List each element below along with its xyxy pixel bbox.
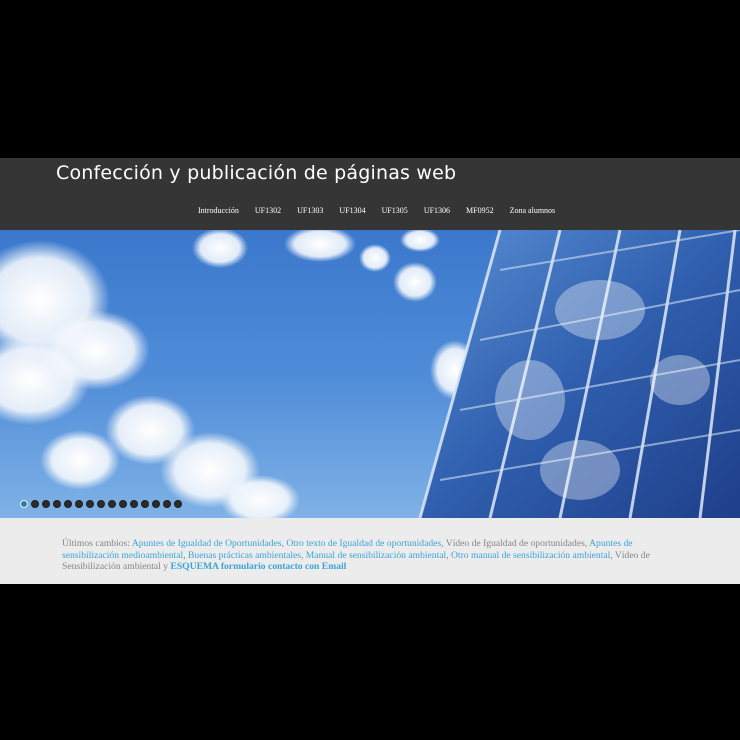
slider-dot[interactable] — [20, 500, 28, 508]
link-apuntes-igualdad[interactable]: Apuntes de Igualdad de Oportunidades — [132, 538, 282, 549]
nav-item-uf1302[interactable]: UF1302 — [247, 206, 289, 215]
recent-changes-prefix: Últimos cambios: — [62, 538, 132, 549]
link-esquema-formulario[interactable]: ESQUEMA formulario contacto con Email — [170, 561, 346, 572]
slider-dot[interactable] — [75, 500, 83, 508]
nav-item-zona-alumnos[interactable]: Zona alumnos — [502, 206, 564, 215]
slider-dot[interactable] — [108, 500, 116, 508]
slider-dot[interactable] — [163, 500, 171, 508]
slider-dot[interactable] — [141, 500, 149, 508]
nav-item-mf0952[interactable]: MF0952 — [458, 206, 502, 215]
text-video-igualdad: , Vídeo de Igualdad de oportunidades, — [441, 538, 590, 549]
slider-dot[interactable] — [130, 500, 138, 508]
slider-dot[interactable] — [97, 500, 105, 508]
site-title: Confección y publicación de páginas web — [56, 162, 457, 184]
site-container: Confección y publicación de páginas web … — [0, 158, 740, 584]
link-otro-manual[interactable]: Otro manual de sensibilización ambiental — [451, 550, 610, 561]
slider-dot[interactable] — [53, 500, 61, 508]
nav-item-uf1304[interactable]: UF1304 — [331, 206, 373, 215]
site-header: Confección y publicación de páginas web … — [0, 158, 740, 230]
slider-dot[interactable] — [42, 500, 50, 508]
link-buenas-practicas[interactable]: Buenas prácticas ambientales — [188, 550, 301, 561]
hero-slider[interactable] — [0, 230, 740, 518]
main-nav: Introducción UF1302 UF1303 UF1304 UF1305… — [190, 206, 563, 215]
nav-item-uf1303[interactable]: UF1303 — [289, 206, 331, 215]
slider-dot[interactable] — [31, 500, 39, 508]
nav-item-introduccion[interactable]: Introducción — [190, 206, 247, 215]
recent-changes: Últimos cambios: Apuntes de Igualdad de … — [62, 538, 682, 573]
slider-dot[interactable] — [119, 500, 127, 508]
link-otro-texto-igualdad[interactable]: Otro texto de Igualdad de oportunidades — [286, 538, 441, 549]
slider-dots — [20, 500, 182, 508]
slider-dot[interactable] — [86, 500, 94, 508]
slider-dot[interactable] — [174, 500, 182, 508]
slider-image — [0, 230, 740, 518]
nav-item-uf1305[interactable]: UF1305 — [374, 206, 416, 215]
slider-dot[interactable] — [152, 500, 160, 508]
nav-item-uf1306[interactable]: UF1306 — [416, 206, 458, 215]
slider-dot[interactable] — [64, 500, 72, 508]
link-manual-sensibilizacion[interactable]: Manual de sensibilización ambiental — [306, 550, 446, 561]
